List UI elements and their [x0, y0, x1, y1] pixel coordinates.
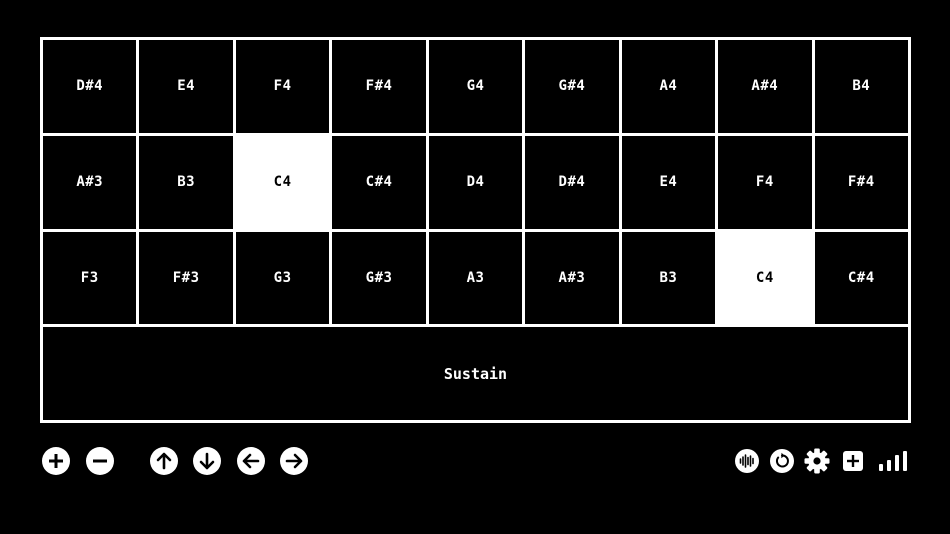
note-key[interactable]: G4 [428, 40, 523, 133]
move-left-button[interactable] [236, 446, 266, 476]
note-key[interactable]: A3 [428, 231, 523, 325]
note-key[interactable]: C4 [235, 135, 330, 229]
note-key[interactable]: B3 [621, 231, 716, 325]
move-right-button[interactable] [279, 446, 309, 476]
note-key[interactable]: D4 [428, 135, 523, 229]
move-down-button[interactable] [192, 446, 222, 476]
zoom-out-button[interactable] [85, 446, 115, 476]
audio-button[interactable] [732, 446, 762, 476]
zoom-in-button[interactable] [41, 446, 71, 476]
rotate-icon [770, 449, 794, 473]
note-key[interactable]: E4 [139, 40, 233, 133]
arrow-right-circle-icon [280, 447, 308, 475]
move-up-button[interactable] [149, 446, 179, 476]
plus-square-icon [843, 451, 863, 471]
arrow-down-circle-icon [193, 447, 221, 475]
note-key[interactable]: F#3 [139, 231, 233, 325]
note-key[interactable]: A#4 [718, 40, 812, 133]
sustain-button[interactable]: Sustain [43, 327, 908, 420]
keyboard-grid: D#4 E4 F4 F#4 G4 G#4 A4 A#4 B4 A#3 B3 C4 C#4 D4 D#4 E4 F… [40, 37, 911, 423]
note-key[interactable]: C#4 [332, 135, 426, 229]
plus-circle-icon [42, 447, 70, 475]
note-key[interactable]: C4 [718, 231, 812, 325]
note-key[interactable]: C#4 [814, 231, 908, 325]
waveform-icon [735, 449, 759, 473]
signal-button[interactable] [876, 446, 910, 476]
note-key[interactable]: G#3 [332, 231, 426, 325]
note-key[interactable]: G#4 [525, 40, 619, 133]
signal-bars-icon [879, 451, 907, 471]
note-key[interactable]: A#3 [525, 231, 619, 325]
note-key[interactable]: F4 [718, 135, 812, 229]
note-key[interactable]: A#3 [43, 135, 137, 229]
arrow-left-circle-icon [237, 447, 265, 475]
minus-circle-icon [86, 447, 114, 475]
note-key[interactable]: F#4 [814, 135, 908, 229]
note-key[interactable]: D#4 [525, 135, 619, 229]
note-key[interactable]: F3 [43, 231, 137, 325]
note-key[interactable]: B4 [814, 40, 908, 133]
gear-icon [804, 448, 830, 474]
note-key[interactable]: A4 [621, 40, 716, 133]
reset-button[interactable] [767, 446, 797, 476]
add-button[interactable] [838, 446, 868, 476]
note-key[interactable]: D#4 [43, 40, 137, 133]
settings-button[interactable] [802, 446, 832, 476]
note-key[interactable]: G3 [235, 231, 330, 325]
note-key[interactable]: F4 [235, 40, 330, 133]
note-key[interactable]: E4 [621, 135, 716, 229]
note-key[interactable]: B3 [139, 135, 233, 229]
note-key[interactable]: F#4 [332, 40, 426, 133]
arrow-up-circle-icon [150, 447, 178, 475]
